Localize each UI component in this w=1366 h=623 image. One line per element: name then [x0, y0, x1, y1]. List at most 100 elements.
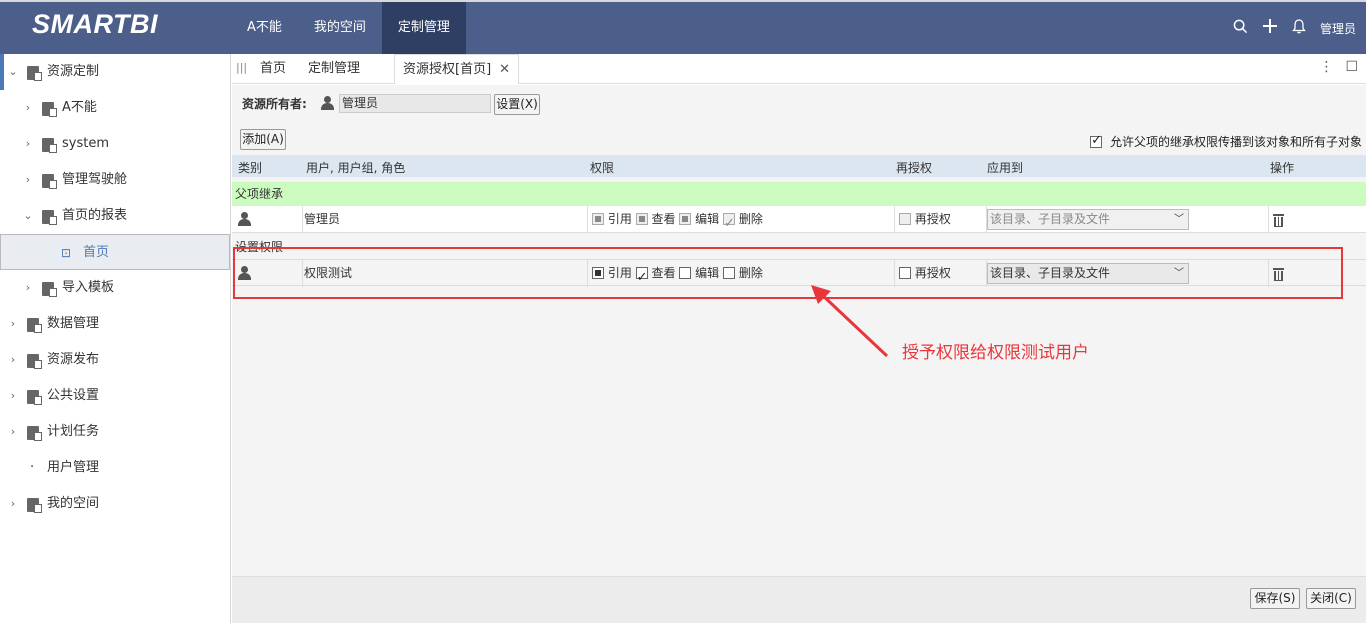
- chevron-right-icon[interactable]: ›: [8, 486, 18, 522]
- folder-icon: [27, 66, 42, 81]
- topnav-item-a[interactable]: A不能: [231, 2, 298, 54]
- sidebar-item-label: 资源发布: [47, 352, 100, 367]
- sidebar-item-import-template[interactable]: › 导入模板: [0, 270, 230, 306]
- top-bar: SMARTBI A不能 我的空间 定制管理 管理员: [0, 0, 1366, 54]
- logo[interactable]: SMARTBI: [32, 9, 158, 40]
- regrant-label: 再授权: [914, 212, 951, 226]
- owner-label: 资源所有者:: [242, 97, 307, 111]
- row-user-name: 管理员: [302, 206, 587, 233]
- chevron-right-icon[interactable]: ›: [8, 414, 18, 450]
- perm-view-label: 查看: [651, 212, 676, 226]
- sidebar-item-label: 我的空间: [47, 496, 100, 511]
- header-actions: 操作: [1270, 161, 1295, 175]
- sidebar: ⌄ 资源定制 › A不能 › system › 管理驾驶舱 ⌄ 首页的报表 ⊡ …: [0, 54, 231, 623]
- annotation-text: 授予权限给权限测试用户: [902, 343, 1089, 363]
- sidebar-item-label: 导入模板: [62, 280, 115, 295]
- tab-resource-auth[interactable]: 资源授权[首页] ✕: [394, 54, 520, 84]
- trash-icon: [1273, 214, 1284, 227]
- folder-icon: [42, 282, 57, 297]
- sidebar-item-home-reports[interactable]: ⌄ 首页的报表: [0, 198, 230, 234]
- bullet-icon: ·: [30, 460, 35, 475]
- perm-ref-label: 引用: [607, 212, 632, 226]
- header-permissions: 权限: [590, 161, 615, 175]
- data-icon: [27, 318, 42, 333]
- topnav-item-custom-management[interactable]: 定制管理: [381, 2, 466, 54]
- tab-home[interactable]: 首页: [252, 54, 294, 84]
- chevron-down-icon[interactable]: ⌄: [23, 198, 33, 234]
- sidebar-item-label: 数据管理: [47, 316, 100, 331]
- header-users: 用户, 用户组, 角色: [306, 161, 406, 175]
- sidebar-item-resource-publish[interactable]: › 资源发布: [0, 342, 230, 378]
- user-icon: [238, 212, 251, 226]
- resource-auth-panel: 资源所有者: 管理员 设置(X) 添加(A) 允许父项的继承权限传播到该对象和所…: [232, 85, 1366, 623]
- more-vertical-icon[interactable]: ⋮: [1319, 59, 1333, 75]
- plus-icon[interactable]: [1262, 18, 1278, 38]
- tab-bar-actions: ⋮ ☐: [1319, 59, 1358, 75]
- chevron-right-icon[interactable]: ›: [8, 342, 18, 378]
- folder-icon: [42, 102, 57, 117]
- sidebar-item-my-space[interactable]: › 我的空间: [0, 486, 230, 522]
- tab-bar: ||| 首页 定制管理 资源授权[首页] ✕ ⋮ ☐: [232, 54, 1366, 84]
- top-nav: A不能 我的空间 定制管理: [231, 2, 466, 54]
- grip-icon[interactable]: |||: [236, 61, 247, 74]
- sidebar-item-scheduled-tasks[interactable]: › 计划任务: [0, 414, 230, 450]
- close-icon[interactable]: ✕: [499, 62, 510, 77]
- propagate-checkbox[interactable]: [1090, 133, 1103, 148]
- topnav-item-my-space[interactable]: 我的空间: [298, 2, 382, 54]
- sidebar-item-home[interactable]: ⊡ 首页: [0, 234, 230, 270]
- row-permissions: 引用 查看 编辑 删除: [587, 206, 894, 237]
- save-button[interactable]: 保存(S): [1250, 588, 1300, 609]
- regrant-checkbox: [899, 213, 911, 225]
- chevron-right-icon[interactable]: ›: [23, 162, 33, 198]
- tab-custom-management[interactable]: 定制管理: [300, 54, 368, 84]
- bell-icon[interactable]: [1292, 18, 1306, 38]
- sidebar-item-label: 公共设置: [47, 388, 100, 403]
- settings-icon: [27, 390, 42, 405]
- maximize-icon[interactable]: ☐: [1345, 59, 1358, 75]
- propagate-label: 允许父项的继承权限传播到该对象和所有子对象: [1109, 135, 1362, 149]
- perm-delete-label: 删除: [738, 212, 763, 226]
- sidebar-item-public-settings[interactable]: › 公共设置: [0, 378, 230, 414]
- sidebar-item-system[interactable]: › system: [0, 126, 230, 162]
- owner-field[interactable]: 管理员: [339, 94, 491, 113]
- table-row-inherit: 管理员 引用 查看 编辑 删除 再授权 该目录、子目录及文件 ﹀: [232, 206, 1366, 237]
- search-icon[interactable]: [1233, 19, 1248, 38]
- row-actions: [1268, 206, 1366, 233]
- group-inherit: 父项继承: [232, 182, 1366, 206]
- close-button[interactable]: 关闭(C): [1306, 588, 1356, 609]
- highlight-box: [233, 247, 1343, 299]
- folder-icon: [42, 210, 57, 225]
- sidebar-item-label: 首页的报表: [62, 208, 128, 223]
- table-header: 类别 用户, 用户组, 角色 权限 再授权 应用到 操作: [232, 155, 1366, 177]
- apply-to-select: 该目录、子目录及文件 ﹀: [987, 209, 1189, 230]
- chevron-down-icon[interactable]: ⌄: [8, 54, 18, 90]
- user-menu[interactable]: 管理员: [1320, 20, 1356, 37]
- sidebar-item-label: 管理驾驶舱: [62, 172, 128, 187]
- add-button[interactable]: 添加(A): [240, 129, 286, 150]
- arrow-annotation-icon: [811, 285, 889, 358]
- sidebar-item-label: 计划任务: [47, 424, 100, 439]
- task-icon: [27, 426, 42, 441]
- header-regrant: 再授权: [896, 161, 933, 175]
- sidebar-item-resource-custom[interactable]: ⌄ 资源定制: [0, 54, 230, 90]
- tab-label: 资源授权[首页]: [403, 62, 492, 77]
- sidebar-item-cockpit[interactable]: › 管理驾驶舱: [0, 162, 230, 198]
- chevron-right-icon[interactable]: ›: [23, 270, 33, 306]
- perm-edit-label: 编辑: [695, 212, 720, 226]
- sidebar-item-user-management[interactable]: · 用户管理: [0, 450, 230, 486]
- apply-to-value: 该目录、子目录及文件: [990, 212, 1111, 226]
- page-node-icon: ⊡: [61, 246, 72, 260]
- propagate-option: 允许父项的继承权限传播到该对象和所有子对象: [1090, 133, 1362, 150]
- user-folder-icon: [27, 498, 42, 513]
- chevron-right-icon[interactable]: ›: [8, 378, 18, 414]
- chevron-right-icon[interactable]: ›: [23, 90, 33, 126]
- sidebar-item-data-management[interactable]: › 数据管理: [0, 306, 230, 342]
- chevron-right-icon[interactable]: ›: [23, 126, 33, 162]
- top-right-toolbar: 管理员: [1233, 2, 1356, 54]
- set-owner-button[interactable]: 设置(X): [494, 94, 540, 115]
- sidebar-item-a[interactable]: › A不能: [0, 90, 230, 126]
- sidebar-item-label: 首页: [83, 245, 110, 260]
- perm-view-checkbox: [635, 213, 648, 225]
- chevron-right-icon[interactable]: ›: [8, 306, 18, 342]
- sidebar-item-label: A不能: [62, 100, 97, 115]
